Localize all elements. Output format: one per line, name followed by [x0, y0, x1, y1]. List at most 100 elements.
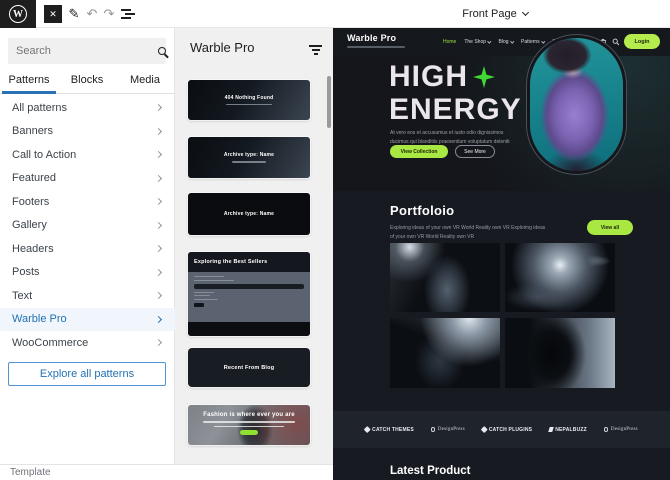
nav-the-shop[interactable]: The Shop	[464, 39, 490, 45]
portfolio-photo-vocalist-silhouette[interactable]	[505, 318, 615, 388]
inserter-sidebar: Patterns Blocks Media All patterns Banne…	[0, 28, 175, 464]
portfolio-heading: Portfoloio	[390, 203, 454, 218]
site-logo[interactable]: Warble Pro	[347, 33, 396, 43]
undo-icon: ↶	[87, 6, 98, 22]
chevron-right-icon	[155, 292, 162, 299]
chevron-down-icon	[541, 40, 545, 44]
brand-logos-band: CATCH THEMES DesignPress CATCH PLUGINS N…	[333, 411, 670, 448]
sparkle-icon	[473, 66, 495, 88]
brand-designpress-1[interactable]: DesignPress	[431, 427, 465, 432]
inserter-tabs: Patterns Blocks Media	[0, 68, 175, 94]
portfolio-photo-guitarist[interactable]	[390, 243, 500, 312]
hero-singer-image[interactable]	[530, 38, 623, 171]
category-call-to-action[interactable]: Call to Action	[0, 143, 175, 167]
document-title-dropdown[interactable]: Front Page	[435, 5, 555, 23]
pattern-card-recent-blog[interactable]: Recent From Blog	[188, 348, 310, 387]
search-icon	[158, 47, 166, 55]
category-headers[interactable]: Headers	[0, 237, 175, 261]
bolt-icon	[548, 427, 553, 432]
redo-icon: ↷	[104, 6, 115, 22]
brand-nepalbuzz[interactable]: NEPALBUZZ	[549, 427, 587, 433]
tab-patterns[interactable]: Patterns	[0, 68, 58, 93]
editor-footer: Template	[0, 464, 333, 480]
login-button[interactable]: Login	[624, 34, 660, 49]
close-button[interactable]: ✕	[44, 5, 62, 23]
category-posts[interactable]: Posts	[0, 261, 175, 285]
category-warble-pro[interactable]: Warble Pro	[0, 308, 175, 332]
tab-blocks[interactable]: Blocks	[58, 68, 116, 93]
pattern-card-404[interactable]: 404 Nothing Found	[188, 80, 310, 120]
pattern-card-fashion[interactable]: Fashion is where ever you are	[188, 405, 310, 445]
category-banners[interactable]: Banners	[0, 120, 175, 144]
list-view-button[interactable]	[121, 9, 135, 20]
chevron-right-icon	[155, 128, 162, 135]
pattern-card-best-sellers[interactable]: Exploring the Best Sellers	[188, 252, 310, 336]
chevron-right-icon	[155, 151, 162, 158]
view-collection-button[interactable]: View Collection	[390, 145, 448, 158]
chevron-right-icon	[155, 339, 162, 346]
nav-patterns[interactable]: Patterns	[521, 39, 544, 45]
wordpress-logo-button[interactable]: W	[0, 0, 36, 28]
category-text[interactable]: Text	[0, 284, 175, 308]
editor-topbar: W ✕ ✎ ↶ ↷ Front Page	[0, 0, 670, 28]
latest-product-heading: Latest Product	[390, 465, 471, 477]
card-subtext-bar	[226, 104, 272, 106]
ring-icon	[604, 427, 609, 432]
category-gallery[interactable]: Gallery	[0, 214, 175, 238]
document-title: Front Page	[462, 8, 516, 20]
card-subtext-bar	[203, 421, 295, 423]
hero-heading: HIGH ENERGY	[389, 60, 522, 126]
chevron-right-icon	[155, 175, 162, 182]
card-subtext-bar	[214, 426, 284, 428]
chevron-down-icon	[522, 9, 529, 16]
category-featured[interactable]: Featured	[0, 167, 175, 191]
chevron-down-icon	[510, 40, 514, 44]
portfolio-photo-drummer[interactable]	[505, 243, 615, 312]
chevron-right-icon	[155, 269, 162, 276]
ring-icon	[431, 427, 436, 432]
redo-button[interactable]: ↷	[101, 6, 117, 22]
diamond-icon	[364, 426, 370, 432]
category-woocommerce[interactable]: WooCommerce	[0, 331, 175, 355]
chevron-right-icon	[155, 222, 162, 229]
pencil-icon: ✎	[69, 6, 80, 22]
site-tagline-bar	[347, 46, 405, 48]
category-footers[interactable]: Footers	[0, 190, 175, 214]
card-subtext-bar	[232, 161, 266, 163]
nav-home[interactable]: Home	[443, 39, 456, 45]
filter-icon[interactable]	[309, 45, 322, 57]
patterns-panel-title: Warble Pro	[190, 40, 255, 55]
search-box	[8, 38, 166, 64]
search-input[interactable]	[8, 45, 158, 57]
wordpress-site-editor: W ✕ ✎ ↶ ↷ Front Page Patterns	[0, 0, 670, 480]
patterns-panel: Warble Pro 404 Nothing Found Archive typ…	[175, 28, 333, 464]
brand-designpress-2[interactable]: DesignPress	[604, 427, 638, 432]
edit-mode-button[interactable]: ✎	[66, 6, 82, 22]
brand-catch-themes[interactable]: CATCH THEMES	[365, 427, 414, 433]
undo-button[interactable]: ↶	[84, 6, 100, 22]
see-more-button[interactable]: See More	[455, 145, 495, 158]
search-icon[interactable]	[612, 38, 620, 46]
editor-canvas-preview[interactable]: Warble Pro Home The Shop Blog Patterns C…	[333, 28, 670, 480]
portfolio-photo-guitarist-spotlight[interactable]	[390, 318, 500, 388]
chevron-right-icon	[155, 198, 162, 205]
list-view-icon	[121, 9, 131, 11]
card-button-pill	[240, 430, 258, 435]
explore-all-patterns-button[interactable]: Explore all patterns	[8, 362, 166, 386]
chevron-right-icon	[155, 245, 162, 252]
pattern-category-list: All patterns Banners Call to Action Feat…	[0, 96, 175, 355]
breadcrumb-template[interactable]: Template	[10, 467, 51, 478]
close-icon: ✕	[49, 9, 57, 20]
tab-media[interactable]: Media	[116, 68, 174, 93]
patterns-scrollbar[interactable]	[327, 76, 331, 128]
view-all-button[interactable]: View all	[587, 220, 633, 235]
site-header: Warble Pro Home The Shop Blog Patterns C…	[333, 28, 670, 56]
nav-blog[interactable]: Blog	[499, 39, 514, 45]
diamond-icon	[481, 426, 487, 432]
pattern-card-archive-1[interactable]: Archive type: Name	[188, 137, 310, 178]
pattern-card-archive-2[interactable]: Archive type: Name	[188, 193, 310, 235]
hero-buttons: View Collection See More	[390, 145, 495, 158]
brand-catch-plugins[interactable]: CATCH PLUGINS	[482, 427, 532, 433]
category-all-patterns[interactable]: All patterns	[0, 96, 175, 120]
wordpress-logo-icon: W	[9, 5, 27, 23]
